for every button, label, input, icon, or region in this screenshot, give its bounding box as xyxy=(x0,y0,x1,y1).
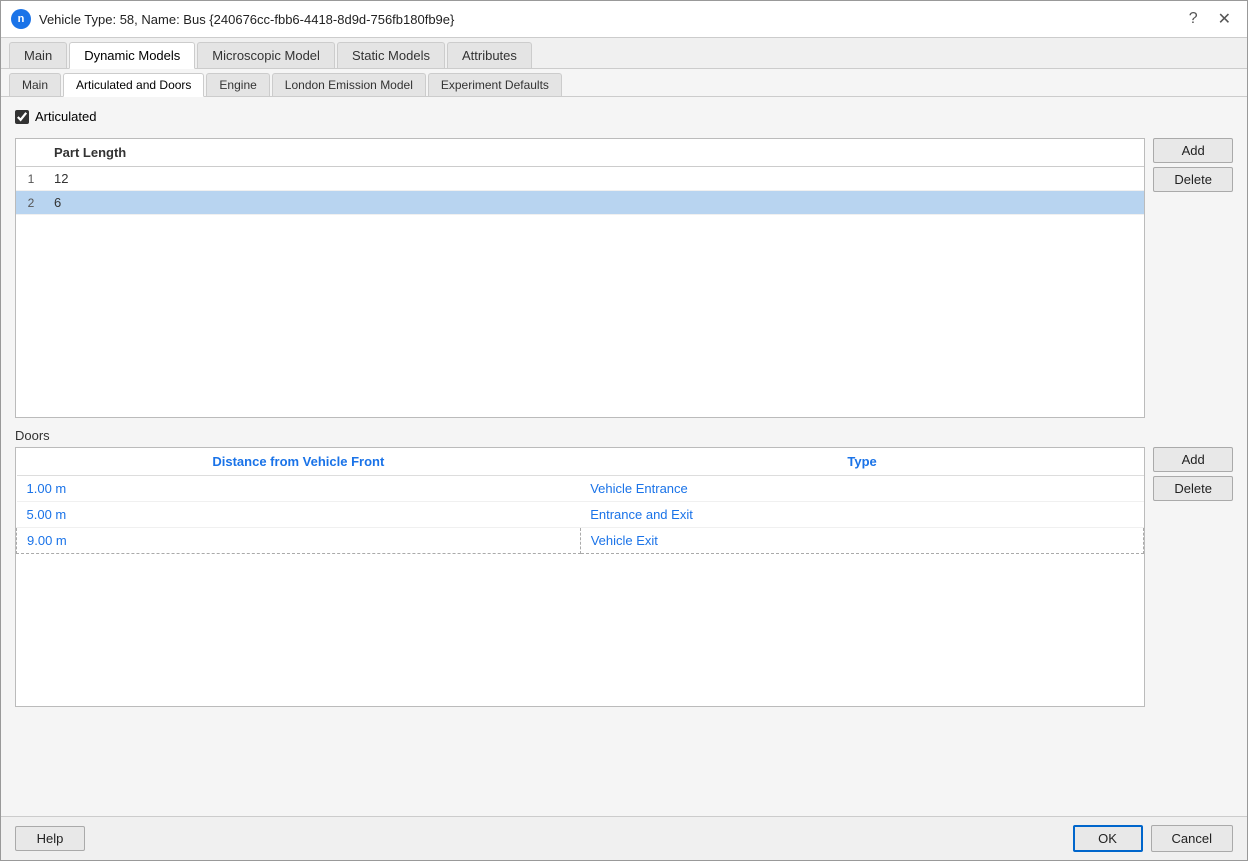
footer-right: OK Cancel xyxy=(1073,825,1233,852)
door-distance-3: 9.00 m xyxy=(17,528,581,554)
tab-attributes[interactable]: Attributes xyxy=(447,42,532,68)
title-bar-right: ? ✕ xyxy=(1183,7,1237,31)
table-row[interactable]: 5.00 m Entrance and Exit xyxy=(17,502,1144,528)
inner-tab-experiment-defaults[interactable]: Experiment Defaults xyxy=(428,73,562,96)
help-title-button[interactable]: ? xyxy=(1183,8,1204,30)
title-bar: n Vehicle Type: 58, Name: Bus {240676cc-… xyxy=(1,1,1247,38)
close-button[interactable]: ✕ xyxy=(1212,7,1237,31)
table-row[interactable]: 2 6 xyxy=(16,191,1144,215)
articulated-row: Articulated xyxy=(15,109,1233,124)
door-distance-1: 1.00 m xyxy=(17,476,581,502)
part-length-buttons: Add Delete xyxy=(1153,138,1233,192)
part-length-panel: Part Length 1 12 2 6 xyxy=(15,138,1233,418)
doors-panel: Distance from Vehicle Front Type 1.00 m … xyxy=(15,447,1233,707)
inner-tab-london-emission[interactable]: London Emission Model xyxy=(272,73,426,96)
inner-tab-bar: Main Articulated and Doors Engine London… xyxy=(1,69,1247,97)
table-row[interactable]: 1 12 xyxy=(16,167,1144,191)
add-part-button[interactable]: Add xyxy=(1153,138,1233,163)
app-icon: n xyxy=(11,9,31,29)
tab-static-models[interactable]: Static Models xyxy=(337,42,445,68)
door-type-2: Entrance and Exit xyxy=(580,502,1144,528)
articulated-label: Articulated xyxy=(35,109,96,124)
door-distance-2: 5.00 m xyxy=(17,502,581,528)
title-bar-left: n Vehicle Type: 58, Name: Bus {240676cc-… xyxy=(11,9,454,29)
row-num-1: 1 xyxy=(16,167,46,191)
articulated-checkbox[interactable] xyxy=(15,110,29,124)
content-area: Articulated Part Length 1 12 xyxy=(1,97,1247,816)
col-type: Type xyxy=(580,448,1144,476)
row-part-length-1: 12 xyxy=(46,167,1144,191)
table-row[interactable]: 1.00 m Vehicle Entrance xyxy=(17,476,1144,502)
doors-section: Doors Distance from Vehicle Front Type 1… xyxy=(15,428,1233,707)
inner-tab-engine[interactable]: Engine xyxy=(206,73,269,96)
col-num xyxy=(16,139,46,167)
top-tab-bar: Main Dynamic Models Microscopic Model St… xyxy=(1,38,1247,69)
door-type-1: Vehicle Entrance xyxy=(580,476,1144,502)
help-button[interactable]: Help xyxy=(15,826,85,851)
door-type-3: Vehicle Exit xyxy=(580,528,1144,554)
footer: Help OK Cancel xyxy=(1,816,1247,860)
row-num-2: 2 xyxy=(16,191,46,215)
doors-label: Doors xyxy=(15,428,1233,443)
doors-table: Distance from Vehicle Front Type 1.00 m … xyxy=(16,448,1144,554)
add-door-button[interactable]: Add xyxy=(1153,447,1233,472)
table-row[interactable]: 9.00 m Vehicle Exit xyxy=(17,528,1144,554)
inner-tab-main[interactable]: Main xyxy=(9,73,61,96)
window-title: Vehicle Type: 58, Name: Bus {240676cc-fb… xyxy=(39,12,454,27)
part-length-table-container: Part Length 1 12 2 6 xyxy=(15,138,1145,418)
delete-part-button[interactable]: Delete xyxy=(1153,167,1233,192)
col-part-length: Part Length xyxy=(46,139,1144,167)
doors-table-container: Distance from Vehicle Front Type 1.00 m … xyxy=(15,447,1145,707)
cancel-button[interactable]: Cancel xyxy=(1151,825,1233,852)
delete-door-button[interactable]: Delete xyxy=(1153,476,1233,501)
tab-dynamic-models[interactable]: Dynamic Models xyxy=(69,42,195,69)
row-part-length-2: 6 xyxy=(46,191,1144,215)
ok-button[interactable]: OK xyxy=(1073,825,1143,852)
tab-main-top[interactable]: Main xyxy=(9,42,67,68)
part-length-table: Part Length 1 12 2 6 xyxy=(16,139,1144,215)
main-window: n Vehicle Type: 58, Name: Bus {240676cc-… xyxy=(0,0,1248,861)
inner-tab-articulated-doors[interactable]: Articulated and Doors xyxy=(63,73,204,97)
doors-buttons: Add Delete xyxy=(1153,447,1233,501)
col-distance: Distance from Vehicle Front xyxy=(17,448,581,476)
tab-microscopic-model[interactable]: Microscopic Model xyxy=(197,42,335,68)
